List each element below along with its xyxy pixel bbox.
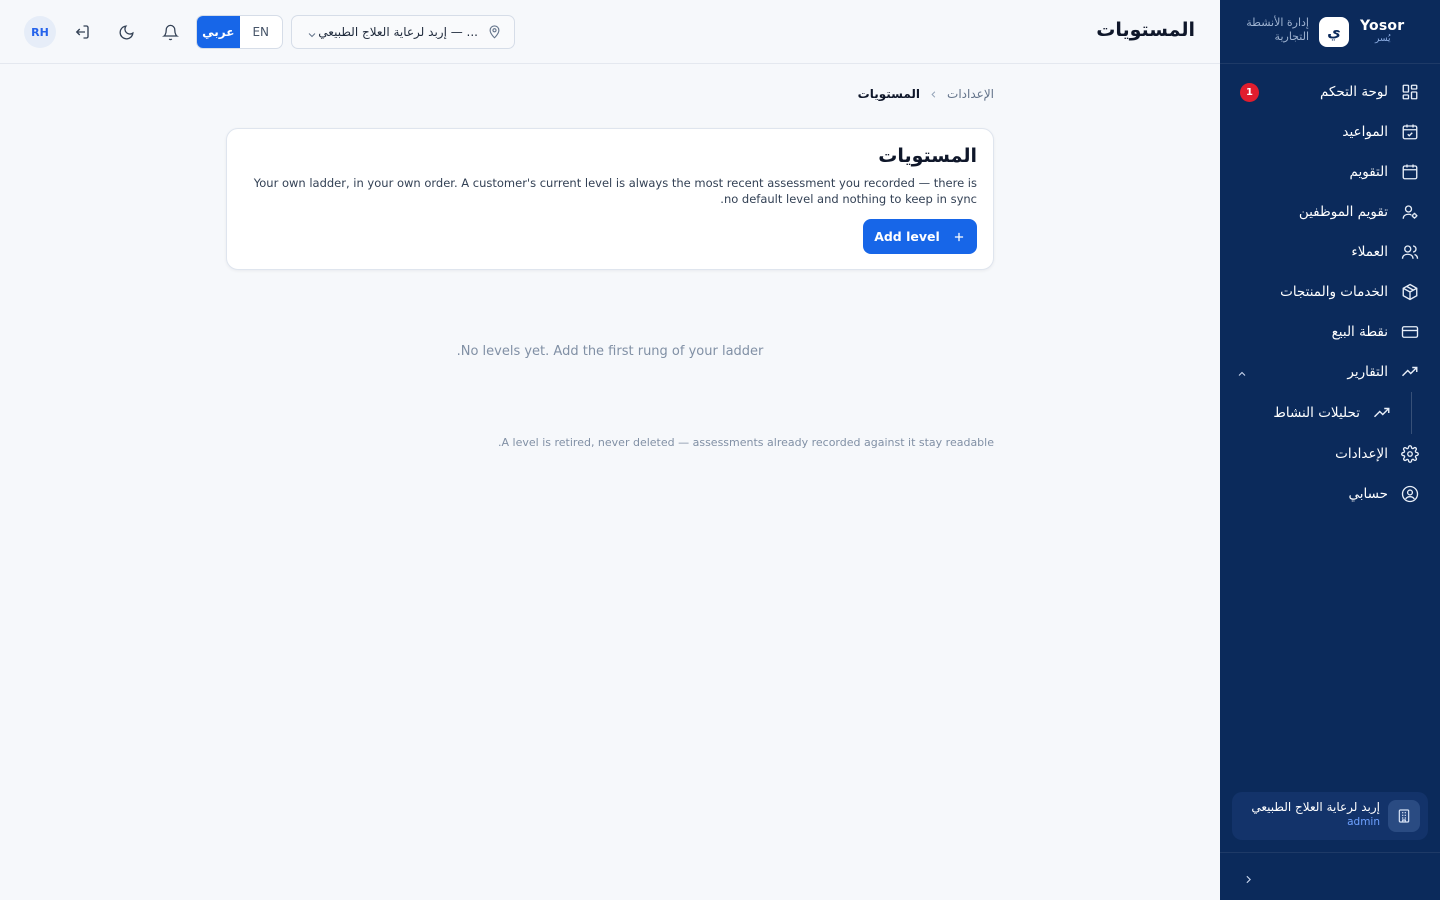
breadcrumb-settings-link[interactable]: الإعدادات (947, 87, 994, 101)
logout-icon (75, 25, 89, 39)
brand-name: Yosor (1360, 18, 1405, 34)
empty-state-message: No levels yet. Add the first rung of you… (456, 344, 764, 359)
sidebar-item-label: الخدمات والمنتجات (1280, 284, 1388, 300)
notification-badge: 1 (1240, 83, 1259, 102)
page-title: المستويات (1096, 19, 1195, 41)
chevron-down-icon (306, 26, 318, 45)
brand-tagline: إدارة الأنشطة التجارية (1246, 16, 1309, 43)
sidebar-item-label: الإعدادات (1335, 446, 1388, 462)
org-switcher[interactable]: إربد لرعاية العلاج الطبيعي admin (1232, 792, 1428, 840)
building-icon (1388, 800, 1420, 832)
sidebar-item-calendar[interactable]: التقويم (1220, 152, 1440, 192)
sidebar-nav: لوحة التحكم 1 المواعيد التقويم تقويم الم… (1220, 72, 1440, 514)
sidebar-item-label: المواعيد (1342, 124, 1388, 140)
trending-up-icon (1372, 403, 1392, 423)
chevron-up-icon[interactable] (1236, 365, 1248, 384)
collapse-sidebar-button[interactable] (1238, 869, 1258, 889)
lang-en-option[interactable]: EN (240, 16, 283, 48)
levels-footnote: A level is retired, never deleted — asse… (498, 436, 994, 449)
breadcrumb-current: المستويات (857, 87, 921, 101)
box-icon (1400, 282, 1420, 302)
lang-ar-option[interactable]: عربي (197, 16, 240, 48)
sidebar-subitem-activity-analytics[interactable]: تحليلات النشاط (1220, 392, 1440, 434)
top-header: المستويات RH عربي EN إربد لرعاية العلاج … (0, 0, 1220, 64)
sidebar-item-reports[interactable]: التقارير (1220, 352, 1440, 392)
sidebar-item-label: حسابي (1348, 486, 1388, 502)
sidebar-item-services-products[interactable]: الخدمات والمنتجات (1220, 272, 1440, 312)
theme-toggle-button[interactable] (112, 18, 140, 46)
dashboard-grid-icon (1400, 82, 1420, 102)
calendar-check-icon (1400, 122, 1420, 142)
sidebar-item-dashboard[interactable]: لوحة التحكم 1 (1220, 72, 1440, 112)
logout-button[interactable] (68, 18, 96, 46)
moon-icon (119, 24, 134, 39)
brand-name-ar: يُسر (1375, 34, 1391, 44)
sidebar-item-my-account[interactable]: حسابي (1220, 474, 1440, 514)
location-select-value: إربد لرعاية العلاج الطبيعي — ... (318, 25, 478, 39)
sidebar-item-label: نقطة البيع (1331, 324, 1388, 340)
sidebar-item-label: لوحة التحكم (1319, 84, 1388, 100)
sidebar-footer (1220, 852, 1440, 900)
sidebar-item-label: التقارير (1347, 364, 1388, 380)
sidebar-item-customers[interactable]: العملاء (1220, 232, 1440, 272)
chevron-left-icon (928, 89, 939, 100)
sidebar-item-label: تقويم الموظفين (1298, 204, 1388, 220)
sidebar-subitem-label: تحليلات النشاط (1273, 405, 1360, 421)
calendar-icon (1400, 162, 1420, 182)
add-level-button[interactable]: Add level (863, 219, 977, 254)
sidebar-item-label: التقويم (1349, 164, 1388, 180)
gear-icon (1400, 444, 1420, 464)
bell-icon (161, 24, 179, 40)
users-icon (1400, 242, 1420, 262)
trending-up-icon (1400, 362, 1420, 382)
credit-card-icon (1400, 322, 1420, 342)
notifications-button[interactable] (156, 18, 184, 46)
user-gear-icon (1400, 202, 1420, 222)
org-role: admin (1347, 816, 1380, 828)
card-title: المستويات (878, 145, 977, 167)
chevron-right-icon (1245, 875, 1251, 883)
plus-icon (954, 232, 963, 241)
avatar[interactable]: RH (24, 16, 56, 48)
sidebar-item-label: العملاء (1351, 244, 1388, 260)
language-toggle: عربي EN (196, 15, 283, 49)
location-select[interactable]: إربد لرعاية العلاج الطبيعي — ... (291, 15, 515, 49)
brand-logo[interactable]: ي (1319, 17, 1349, 47)
breadcrumb: الإعدادات المستويات (858, 87, 994, 101)
user-circle-icon (1400, 484, 1420, 504)
card-description: Your own ladder, in your own order. A cu… (253, 176, 977, 206)
brand-header: ي Yosor يُسر إدارة الأنشطة التجارية (1220, 0, 1440, 64)
sidebar: ي Yosor يُسر إدارة الأنشطة التجارية لوحة… (1220, 0, 1440, 900)
sidebar-item-pos[interactable]: نقطة البيع (1220, 312, 1440, 352)
org-name: إربد لرعاية العلاج الطبيعي (1251, 800, 1380, 814)
sidebar-item-settings[interactable]: الإعدادات (1220, 434, 1440, 474)
sidebar-item-staff-calendar[interactable]: تقويم الموظفين (1220, 192, 1440, 232)
map-pin-icon (487, 24, 502, 43)
add-level-label: Add level (874, 229, 940, 244)
sidebar-item-appointments[interactable]: المواعيد (1220, 112, 1440, 152)
levels-header-card: المستويات Your own ladder, in your own o… (226, 128, 994, 270)
